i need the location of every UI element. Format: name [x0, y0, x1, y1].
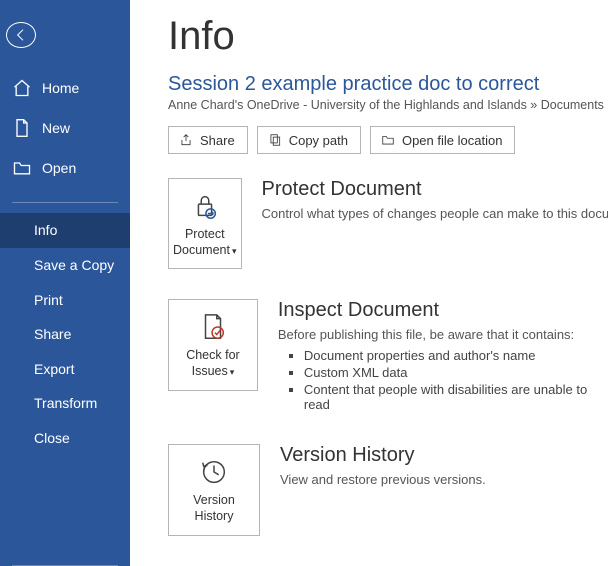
nav-new-label: New [42, 120, 70, 136]
new-doc-icon [12, 118, 32, 138]
version-history-row: Version History Version History View and… [168, 444, 608, 535]
version-history-info: Version History View and restore previou… [280, 444, 486, 489]
open-folder-icon [12, 158, 32, 178]
main-panel: Info Session 2 example practice doc to c… [130, 0, 608, 566]
version-history-desc: View and restore previous versions. [280, 471, 486, 489]
share-button[interactable]: Share [168, 126, 248, 154]
nav-open[interactable]: Open [0, 148, 130, 188]
inspect-document-row: Check for Issues▾ Inspect Document Befor… [168, 299, 608, 414]
check-for-issues-button[interactable]: Check for Issues▾ [168, 299, 258, 390]
sub-save-copy[interactable]: Save a Copy [0, 248, 130, 283]
document-check-icon [198, 312, 228, 342]
sub-close[interactable]: Close [0, 421, 130, 456]
chevron-down-icon: ▾ [230, 367, 235, 377]
nav-home-label: Home [42, 80, 79, 96]
home-icon [12, 78, 32, 98]
list-item: Document properties and author's name [304, 348, 608, 363]
share-icon [179, 133, 193, 147]
history-icon [199, 457, 229, 487]
chevron-down-icon: ▾ [232, 246, 237, 256]
nav-divider [12, 202, 118, 203]
protect-document-button[interactable]: Protect Document▾ [168, 178, 242, 269]
nav-home[interactable]: Home [0, 68, 130, 108]
sub-share[interactable]: Share [0, 317, 130, 352]
nav-new[interactable]: New [0, 108, 130, 148]
copy-path-button[interactable]: Copy path [257, 126, 361, 154]
back-arrow-icon [13, 27, 29, 43]
inspect-document-info: Inspect Document Before publishing this … [278, 299, 608, 414]
protect-document-desc: Control what types of changes people can… [262, 205, 608, 223]
action-toolbar: Share Copy path Open file location [168, 126, 608, 154]
sub-print[interactable]: Print [0, 282, 130, 317]
protect-document-row: Protect Document▾ Protect Document Contr… [168, 178, 608, 269]
list-item: Custom XML data [304, 365, 608, 380]
sub-export[interactable]: Export [0, 351, 130, 386]
lock-icon [190, 191, 220, 221]
version-history-title: Version History [280, 444, 486, 467]
protect-document-title: Protect Document [262, 178, 608, 201]
breadcrumb: Anne Chard's OneDrive - University of th… [168, 98, 608, 112]
open-file-location-button[interactable]: Open file location [370, 126, 515, 154]
document-title: Session 2 example practice doc to correc… [168, 73, 608, 96]
primary-nav: Home New Open [0, 60, 130, 196]
inspect-document-title: Inspect Document [278, 299, 608, 322]
inspect-document-lead: Before publishing this file, be aware th… [278, 326, 608, 344]
version-history-button[interactable]: Version History [168, 444, 260, 535]
copy-icon [268, 133, 282, 147]
inspect-document-list: Document properties and author's name Cu… [278, 348, 608, 412]
sub-transform[interactable]: Transform [0, 386, 130, 421]
protect-document-info: Protect Document Control what types of c… [262, 178, 608, 223]
backstage-sidebar: Home New Open Info Save a Copy Print Sha… [0, 0, 130, 566]
page-title: Info [168, 14, 608, 59]
nav-open-label: Open [42, 160, 76, 176]
back-button[interactable] [6, 22, 36, 48]
list-item: Content that people with disabilities ar… [304, 382, 608, 412]
folder-icon [381, 133, 395, 147]
sub-info[interactable]: Info [0, 213, 130, 248]
